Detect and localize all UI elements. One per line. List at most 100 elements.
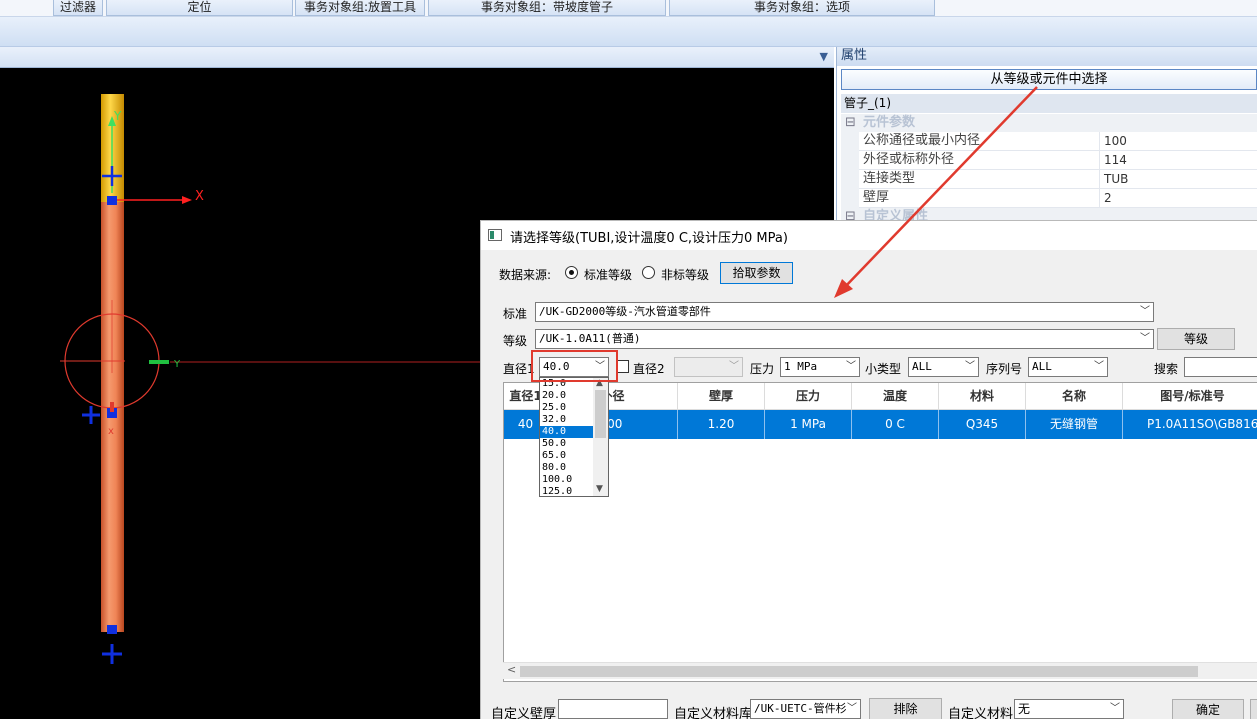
dropdown-scrollbar[interactable]: ▲ ▼: [593, 378, 608, 496]
exclude-button[interactable]: 排除: [869, 698, 942, 719]
col-header-wall[interactable]: 壁厚: [678, 383, 765, 410]
ok-button[interactable]: 确定: [1172, 699, 1244, 719]
collapse-icon[interactable]: ⊟: [845, 114, 857, 132]
dn2-label[interactable]: 直径2: [633, 360, 665, 377]
chevron-down-icon: ﹀: [1094, 361, 1104, 372]
pick-params-button[interactable]: 拾取参数: [720, 262, 793, 284]
standard-select[interactable]: /UK-GD2000等级-汽水管道零部件 ﹀: [535, 302, 1154, 322]
marker-top: [107, 196, 117, 205]
table-row-cell[interactable]: 1.20: [678, 410, 765, 439]
col-header-pressure[interactable]: 压力: [765, 383, 852, 410]
axis-x-label: X: [195, 189, 204, 204]
axis-small-x-label: x: [108, 426, 114, 437]
prop-value[interactable]: 114: [1099, 151, 1127, 170]
tab-filter[interactable]: 过滤器: [53, 0, 103, 16]
radio-nonstandard-label[interactable]: 非标等级: [661, 266, 709, 283]
custom-material-label: 自定义材料: [948, 707, 1014, 719]
prop-name: 壁厚: [863, 190, 890, 205]
grade-button[interactable]: 等级: [1157, 328, 1235, 350]
pressure-select-value: 1 MPa: [784, 360, 818, 373]
pressure-label: 压力: [750, 362, 775, 376]
select-from-grade-button[interactable]: 从等级或元件中选择: [841, 69, 1257, 90]
dialog-titlebar[interactable]: 请选择等级(TUBI,设计温度0 C,设计压力0 MPa): [481, 221, 1257, 250]
col-header-material[interactable]: 材料: [939, 383, 1026, 410]
radio-nonstandard-grade[interactable]: [642, 266, 655, 279]
prop-name: 外径或标称外径: [863, 152, 955, 167]
axis-y2-label: Y: [173, 359, 181, 370]
chevron-down-icon[interactable]: ▼: [596, 484, 603, 494]
table-row-cell[interactable]: 1 MPa: [765, 410, 852, 439]
prop-value[interactable]: 100: [1099, 132, 1127, 151]
chevron-down-icon: ﹀: [846, 361, 856, 372]
serial-label: 序列号: [986, 362, 1023, 376]
table-row-cell[interactable]: Q345: [939, 410, 1026, 439]
chevron-down-icon: ﹀: [965, 361, 975, 372]
radio-standard-grade[interactable]: [565, 266, 578, 279]
axis-y-label: Y: [113, 109, 122, 123]
chevron-down-icon: ﹀: [1110, 703, 1120, 714]
tab-place-tools[interactable]: 事务对象组:放置工具: [295, 0, 425, 16]
table-row-cell[interactable]: 无缝钢管: [1026, 410, 1123, 439]
search-input[interactable]: [1184, 357, 1257, 377]
tab-options[interactable]: 事务对象组：选项: [669, 0, 935, 16]
subtype-label: 小类型: [865, 362, 902, 376]
object-name[interactable]: 管子_(1): [841, 94, 1257, 113]
table-row-cell[interactable]: 0 C: [852, 410, 939, 439]
category-label: 元件参数: [863, 115, 916, 130]
standard-label: 标准: [503, 307, 528, 321]
dn1-dropdown-list[interactable]: 15.0 20.0 25.0 32.0 40.0 50.0 65.0 80.0 …: [539, 377, 609, 497]
custom-wall-label: 自定义壁厚: [491, 707, 557, 719]
custom-material-select[interactable]: 无 ﹀: [1014, 699, 1124, 719]
tab-locate[interactable]: 定位: [106, 0, 293, 16]
prop-value[interactable]: TUB: [1099, 170, 1128, 189]
prop-row-nominal-diameter[interactable]: 公称通径或最小内径 100: [841, 132, 1257, 151]
category-component-params[interactable]: ⊟ 元件参数: [841, 114, 1257, 132]
chevron-down-icon: ﹀: [1140, 306, 1150, 317]
dropdown-option-selected[interactable]: 40.0: [540, 426, 593, 438]
custom-wall-input[interactable]: [558, 699, 668, 719]
ribbon-band: [0, 17, 1257, 47]
prop-row-connection-type[interactable]: 连接类型 TUB: [841, 170, 1257, 189]
col-header-name[interactable]: 名称: [1026, 383, 1123, 410]
subtype-select-value: ALL: [912, 360, 932, 373]
cancel-button-partial[interactable]: [1250, 699, 1257, 719]
dialog-title: 请选择等级(TUBI,设计温度0 C,设计压力0 MPa): [510, 231, 788, 246]
grade-select[interactable]: /UK-1.0A11(普通) ﹀: [535, 329, 1154, 349]
properties-panel: 属性 从等级或元件中选择 管子_(1) ⊟ 元件参数 公称通径或最小内径 100 外…: [836, 47, 1257, 237]
tab-sloped-pipe[interactable]: 事务对象组：带坡度管子: [428, 0, 666, 16]
custom-lib-select-value: /UK-UETC-管件杉: [754, 702, 847, 715]
grid-horizontal-scrollbar[interactable]: <: [503, 662, 1257, 679]
prop-row-wall-thickness[interactable]: 壁厚 2: [841, 189, 1257, 208]
dn2-select[interactable]: ﹀: [674, 357, 743, 377]
radio-standard-label[interactable]: 标准等级: [584, 266, 632, 283]
serial-select-value: ALL: [1032, 360, 1052, 373]
col-header-temperature[interactable]: 温度: [852, 383, 939, 410]
chevron-down-icon[interactable]: ▼: [820, 50, 828, 63]
chevron-left-icon[interactable]: <: [507, 663, 516, 676]
prop-row-outer-diameter[interactable]: 外径或标称外径 114: [841, 151, 1257, 170]
app-window: 过滤器 定位 事务对象组:放置工具 事务对象组：带坡度管子 事务对象组：选项 ▼: [0, 0, 1257, 719]
pressure-select[interactable]: 1 MPa ﹀: [780, 357, 860, 377]
chevron-down-icon: ﹀: [1140, 333, 1150, 344]
component-grid[interactable]: 直径1 外径 壁厚 压力 温度 材料 名称 图号/标准号 40 42.00 1.…: [503, 382, 1257, 682]
top-tab-strip: 过滤器 定位 事务对象组:放置工具 事务对象组：带坡度管子 事务对象组：选项: [0, 0, 1257, 17]
properties-title: 属性: [837, 47, 1257, 66]
subtype-select[interactable]: ALL ﹀: [908, 357, 979, 377]
chevron-down-icon: ﹀: [729, 361, 739, 372]
prop-value[interactable]: 2: [1099, 189, 1112, 208]
custom-lib-select[interactable]: /UK-UETC-管件杉 ﹀: [750, 699, 861, 719]
search-label: 搜索: [1154, 362, 1179, 376]
viewport-header: ▼: [0, 47, 834, 68]
prop-name: 连接类型: [863, 171, 916, 186]
table-row-cell[interactable]: P1.0A11SO\GB8163: [1123, 410, 1257, 439]
standard-select-value: /UK-GD2000等级-汽水管道零部件: [539, 305, 711, 318]
highlight-annotation-box: [531, 350, 618, 382]
grade-select-value: /UK-1.0A11(普通): [539, 332, 641, 345]
col-header-drawing-no[interactable]: 图号/标准号: [1123, 383, 1257, 410]
serial-select[interactable]: ALL ﹀: [1028, 357, 1108, 377]
scrollbar-thumb[interactable]: [520, 666, 1198, 677]
data-source-label: 数据来源:: [499, 268, 552, 282]
chevron-down-icon: ﹀: [847, 703, 857, 714]
scrollbar-thumb[interactable]: [595, 390, 606, 438]
window-icon: [488, 229, 502, 241]
